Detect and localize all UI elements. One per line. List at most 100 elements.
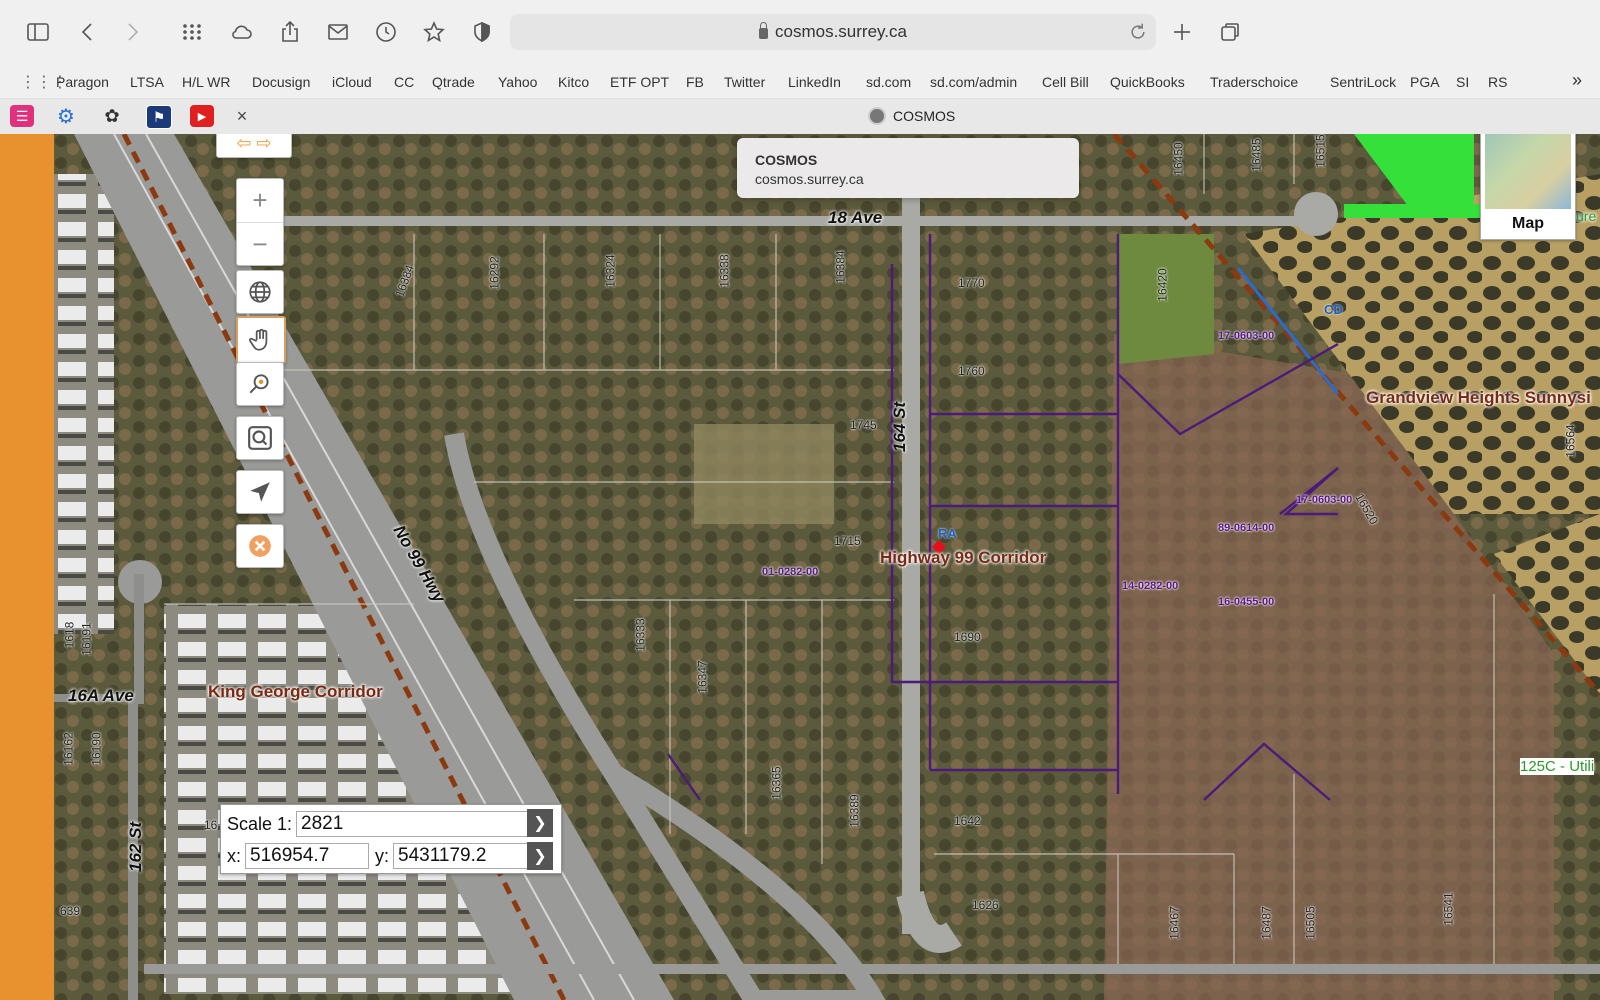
bookmark-item[interactable]: Qtrade (432, 74, 475, 90)
scale-label: Scale 1: (227, 813, 293, 834)
bookmark-item[interactable]: Docusign (252, 74, 310, 90)
pan-tool-button[interactable] (236, 316, 286, 364)
overview-map-button[interactable]: Map (1480, 134, 1576, 240)
bookmark-item[interactable]: SentriLock (1330, 74, 1396, 90)
zoom-controls: + − (236, 178, 284, 266)
bookmark-item[interactable]: SI (1456, 74, 1469, 90)
close-tab-icon[interactable]: × (230, 105, 254, 127)
application-label: 17-0603-00 (1296, 494, 1353, 506)
reload-icon[interactable] (1128, 22, 1148, 42)
tab-bar: ☰ ⚙ ✿ ⚑ ▶ × COSMOS (0, 98, 1600, 136)
new-tab-icon[interactable] (1168, 18, 1196, 46)
scale-coordinates-panel: Scale 1: 2821 ❯ x: 516954.7 y: 5431179.2… (220, 804, 562, 874)
cosmos-favicon-icon (868, 107, 886, 125)
pinned-tab-pga-icon[interactable]: ⚑ (146, 105, 172, 129)
overview-map-thumbnail (1485, 134, 1571, 209)
back-icon[interactable] (74, 18, 102, 46)
bookmark-item[interactable]: LinkedIn (788, 74, 841, 90)
y-label: y: (375, 845, 390, 866)
zoom-in-button[interactable]: + (237, 179, 283, 223)
zone-label-grandview: Grandview Heights Sunnysi (1366, 388, 1591, 407)
address-label: 1760 (958, 364, 985, 378)
application-label: 01-0282-00 (762, 566, 819, 578)
address-label: 16333 (633, 618, 648, 652)
bookmark-item[interactable]: LTSA (130, 74, 164, 90)
x-coordinate-input[interactable]: 516954.7 (245, 843, 370, 869)
side-panel-strip (0, 134, 66, 1000)
address-label: 1770 (958, 276, 985, 290)
pinned-tab-gear-icon[interactable]: ⚙ (54, 105, 78, 128)
bookmark-item[interactable]: iCloud (332, 74, 372, 90)
cloud-icon[interactable] (228, 18, 256, 46)
address-label: 16190 (89, 732, 104, 766)
coordinates-go-button[interactable]: ❯ (527, 842, 553, 870)
overview-map-label: Map (1512, 215, 1544, 232)
road-label-162-st: 162 St (126, 821, 145, 872)
search-button[interactable] (236, 416, 284, 460)
pan-arrows[interactable]: ⇦ ⇨ (216, 134, 292, 158)
zoom-out-button[interactable]: − (237, 223, 283, 266)
clear-button[interactable] (236, 524, 284, 568)
bookmark-item[interactable]: Yahoo (498, 74, 537, 90)
address-label: 16338 (717, 254, 732, 288)
history-icon[interactable] (372, 18, 400, 46)
bookmark-item[interactable]: Traderschoice (1210, 74, 1298, 90)
grid-icon[interactable] (178, 18, 206, 46)
bookmark-item[interactable]: sd.com (866, 74, 911, 90)
road-label-164-st: 164 St (890, 401, 909, 452)
address-label: 16162 (61, 732, 76, 766)
bookmark-item[interactable]: ETF OPT (610, 74, 669, 90)
bookmark-item[interactable]: Kitco (558, 74, 589, 90)
scale-go-button[interactable]: ❯ (527, 809, 553, 837)
bookmarks-overflow-icon[interactable]: » (1572, 70, 1582, 91)
active-tab[interactable]: COSMOS (868, 107, 955, 125)
globe-button[interactable] (236, 270, 284, 314)
bookmark-item[interactable]: QuickBooks (1110, 74, 1185, 90)
tooltip-url: cosmos.surrey.ca (755, 171, 864, 187)
application-label: 17-0603-00 (1218, 330, 1275, 342)
address-label: 16487 (1259, 906, 1274, 940)
zoom-box-button[interactable] (236, 362, 284, 406)
bookmark-item[interactable]: Cell Bill (1042, 74, 1089, 90)
bookmark-item[interactable]: sd.com/admin (930, 74, 1017, 90)
tab-tooltip: COSMOS cosmos.surrey.ca (737, 138, 1079, 198)
sidebar-icon[interactable] (24, 18, 52, 46)
navigation-arrow-icon (250, 482, 270, 502)
bookmark-item[interactable]: PGA (1410, 74, 1440, 90)
pinned-tab-youtube-icon[interactable]: ▶ (190, 105, 214, 127)
bookmark-item[interactable]: FB (686, 74, 704, 90)
bookmark-item[interactable]: Twitter (724, 74, 765, 90)
bookmark-item[interactable]: CC (394, 74, 414, 90)
url-text: cosmos.surrey.ca (775, 22, 907, 41)
address-label: 16324 (603, 254, 618, 288)
bookmarks-bar: ⋮⋮⋮ Paragon LTSA H/L WR Docusign iCloud … (0, 64, 1600, 98)
address-bar[interactable]: cosmos.surrey.ca (510, 14, 1156, 50)
bookmark-item[interactable]: Paragon (56, 74, 109, 90)
zone-label-ure: ure (1576, 208, 1597, 224)
bookmark-item[interactable]: RS (1488, 74, 1507, 90)
globe-icon (249, 281, 271, 303)
application-label: 89-0614-00 (1218, 522, 1275, 534)
map-canvas[interactable]: 18 Ave 164 St No 99 Hwy 16A Ave 162 St K… (54, 134, 1600, 1000)
address-label: 16292 (487, 256, 502, 290)
tabs-overview-icon[interactable] (1216, 18, 1244, 46)
star-icon[interactable] (420, 18, 448, 46)
locate-button[interactable] (236, 470, 284, 514)
pinned-tab-flower-icon[interactable]: ✿ (100, 105, 124, 127)
address-label: 16564 (1563, 424, 1578, 458)
address-label: 16191 (79, 622, 94, 656)
address-label: 16 (204, 818, 218, 832)
mail-icon[interactable] (324, 18, 352, 46)
address-label: 1618 (62, 621, 77, 649)
browser-toolbar: cosmos.surrey.ca (0, 0, 1600, 64)
scale-input[interactable]: 2821 (296, 811, 533, 837)
address-label: 16420 (1155, 268, 1170, 302)
shield-icon[interactable] (468, 18, 496, 46)
search-icon (248, 426, 272, 450)
forward-icon[interactable] (118, 18, 146, 46)
share-icon[interactable] (276, 18, 304, 46)
y-coordinate-input[interactable]: 5431179.2 (393, 843, 532, 869)
pinned-tab-list-icon[interactable]: ☰ (10, 105, 34, 127)
address-label: 16450 (1171, 142, 1186, 176)
bookmark-item[interactable]: H/L WR (182, 74, 230, 90)
